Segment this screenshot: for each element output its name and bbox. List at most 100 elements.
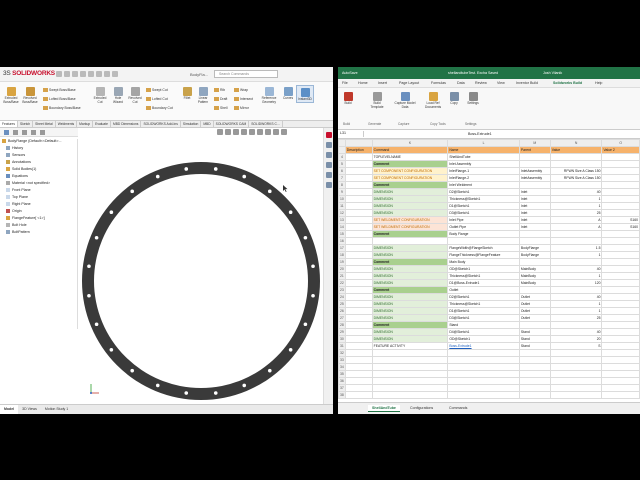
tab-help[interactable]: Help	[595, 81, 602, 85]
table-cell[interactable]	[601, 314, 640, 322]
table-cell[interactable]: 25	[549, 314, 603, 322]
table-cell[interactable]	[518, 321, 551, 329]
table-cell[interactable]: Comment	[371, 258, 449, 266]
table-cell[interactable]: Inlet Assembly	[447, 160, 520, 168]
table-cell[interactable]	[447, 377, 520, 385]
tree-item-annotations[interactable]: Annotations	[6, 160, 31, 165]
row-header[interactable]: 31	[338, 342, 346, 350]
table-cell[interactable]	[601, 251, 640, 259]
table-cell[interactable]: 1.5	[549, 244, 603, 252]
table-cell[interactable]: Thickness@Sketch1	[447, 300, 520, 308]
header-cell[interactable]: Command	[371, 146, 449, 154]
sheet-tab-shellandtube[interactable]: ShellAndTube	[368, 405, 400, 412]
wrap-button[interactable]: Wrap	[234, 88, 248, 92]
table-cell[interactable]	[371, 237, 449, 245]
table-cell[interactable]: MainBody	[518, 279, 551, 287]
reference-geometry-button[interactable]: Reference Geometry	[258, 87, 280, 104]
column-header[interactable]: L	[447, 139, 520, 147]
table-cell[interactable]	[344, 160, 373, 168]
tab-weldments[interactable]: Weldments	[56, 121, 78, 127]
table-cell[interactable]	[447, 356, 520, 364]
table-cell[interactable]: 1	[549, 272, 603, 280]
table-cell[interactable]: MainBody	[518, 272, 551, 280]
dimxpert-tab-icon[interactable]	[31, 130, 36, 135]
table-cell[interactable]: 1	[549, 307, 603, 315]
user-name[interactable]: Josh Vilanik	[543, 71, 562, 75]
tab-home[interactable]: Home	[358, 81, 368, 85]
table-cell[interactable]	[344, 279, 373, 287]
table-cell[interactable]	[344, 356, 373, 364]
table-cell[interactable]	[518, 230, 551, 238]
table-cell[interactable]: BodyFlange	[518, 244, 551, 252]
table-cell[interactable]: 40	[549, 293, 603, 301]
feature-tree-tab-icon[interactable]	[4, 130, 9, 135]
boundary-boss-button[interactable]: Boundary Boss/Base	[43, 106, 81, 110]
tab-view[interactable]: View	[497, 81, 505, 85]
table-cell[interactable]: SET COMPONENT CONFIGURATION	[371, 167, 449, 175]
tab-simulation[interactable]: Simulation	[181, 121, 202, 127]
table-cell[interactable]: InletFlange-2	[447, 174, 520, 182]
table-cell[interactable]	[601, 335, 640, 343]
row-header[interactable]: 6	[338, 167, 346, 175]
table-cell[interactable]	[344, 265, 373, 273]
table-cell[interactable]	[549, 153, 603, 161]
save-icon[interactable]	[72, 71, 78, 77]
row-header[interactable]: 24	[338, 293, 346, 301]
rebuild-icon[interactable]	[104, 71, 110, 77]
table-cell[interactable]	[549, 349, 603, 357]
design-library-icon[interactable]	[325, 142, 332, 148]
table-cell[interactable]	[344, 342, 373, 350]
tab-cam[interactable]: SOLIDWORKS CAM	[214, 121, 250, 127]
table-cell[interactable]: D4@Sketch1	[447, 328, 520, 336]
tab-inventor-build[interactable]: Inventor Build	[516, 81, 538, 85]
table-cell[interactable]: ShellAndTube	[447, 153, 520, 161]
capture-model-data-button[interactable]: Capture Model Data	[394, 92, 416, 109]
tab-3d-views[interactable]: 3D Views	[18, 405, 41, 414]
table-cell[interactable]	[518, 153, 551, 161]
display-style-icon[interactable]	[257, 129, 263, 135]
table-cell[interactable]: TOPLEVELNAME	[371, 153, 449, 161]
table-cell[interactable]: DIMENSION	[371, 209, 449, 217]
row-header[interactable]: 20	[338, 265, 346, 273]
table-cell[interactable]	[601, 272, 640, 280]
table-cell[interactable]: Thickness@Sketch1	[447, 195, 520, 203]
table-cell[interactable]: SET WELDMENT CONFIGURATION	[371, 216, 449, 224]
table-cell[interactable]	[344, 251, 373, 259]
table-cell[interactable]	[518, 391, 551, 399]
solidworks-logo[interactable]: 3S SOLIDWORKS	[3, 70, 55, 77]
table-cell[interactable]: DIMENSION	[371, 328, 449, 336]
tree-item-material[interactable]: Material <not specified>	[6, 181, 50, 186]
table-cell[interactable]	[344, 216, 373, 224]
table-cell[interactable]	[371, 370, 449, 378]
table-cell[interactable]	[447, 237, 520, 245]
table-cell[interactable]	[601, 300, 640, 308]
row-header[interactable]: 16	[338, 237, 346, 245]
row-header[interactable]: 30	[338, 335, 346, 343]
table-cell[interactable]	[344, 258, 373, 266]
view-orientation-icon[interactable]	[249, 129, 255, 135]
table-cell[interactable]	[601, 188, 640, 196]
row-header[interactable]: 34	[338, 363, 346, 371]
build-template-button[interactable]: Build Template	[367, 92, 387, 109]
curves-button[interactable]: Curves	[281, 87, 295, 101]
table-cell[interactable]	[601, 195, 640, 203]
table-cell[interactable]: BodyFlange	[518, 251, 551, 259]
table-cell[interactable]	[344, 377, 373, 385]
shell-button[interactable]: Shell	[214, 106, 228, 110]
table-cell[interactable]	[344, 272, 373, 280]
row-header[interactable]: 37	[338, 384, 346, 392]
sheet-tab-commands[interactable]: Commands	[445, 405, 471, 411]
table-cell[interactable]	[344, 202, 373, 210]
intersect-button[interactable]: Intersect	[234, 97, 253, 101]
table-cell[interactable]	[601, 209, 640, 217]
table-cell[interactable]	[549, 391, 603, 399]
name-box[interactable]: L31	[340, 131, 364, 137]
table-cell[interactable]	[447, 384, 520, 392]
tree-item-right-plane[interactable]: Right Plane	[6, 202, 31, 207]
table-cell[interactable]: 20	[549, 335, 603, 343]
table-cell[interactable]	[549, 363, 603, 371]
table-cell[interactable]: D2@Sketch1	[447, 293, 520, 301]
header-cell[interactable]: Parent	[518, 146, 551, 154]
tree-item-equations[interactable]: Equations	[6, 174, 28, 179]
table-cell[interactable]	[371, 377, 449, 385]
